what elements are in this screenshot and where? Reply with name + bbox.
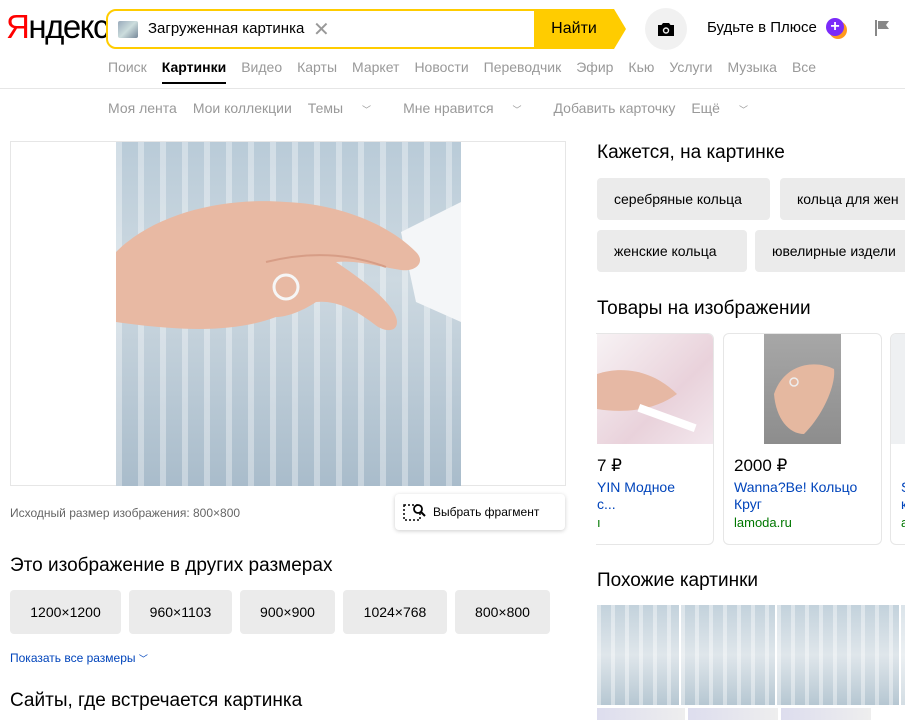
subnav-themes[interactable]: Темы ﹀ xyxy=(308,100,387,116)
subnav-likes[interactable]: Мне нравится ﹀ xyxy=(403,100,537,116)
similar-image[interactable] xyxy=(777,605,899,705)
tag-chip[interactable]: кольца для жен xyxy=(780,178,905,220)
product-shop[interactable]: ı xyxy=(597,515,601,530)
logo-rest: ндекс xyxy=(28,8,109,45)
product-price: 7 ₽ xyxy=(597,456,622,475)
show-all-sizes-link[interactable]: Показать все размеры ﹀ xyxy=(10,651,148,665)
product-card[interactable]: 2000 ₽ Wanna?Be! Кольцо Круг lamoda.ru xyxy=(723,333,882,545)
service-market[interactable]: Маркет xyxy=(352,59,399,84)
service-search[interactable]: Поиск xyxy=(108,59,147,84)
sites-heading: Сайты, где встречается картинка xyxy=(10,690,303,711)
size-button[interactable]: 800×800 xyxy=(455,590,550,634)
size-button[interactable]: 900×900 xyxy=(240,590,335,634)
original-size-text: Исходный размер изображения: 800×800 xyxy=(10,506,241,520)
main-image[interactable] xyxy=(116,142,461,486)
tag-chip[interactable]: серебряные кольца xyxy=(597,178,770,220)
chevron-down-icon: ﹀ xyxy=(362,105,372,115)
products-heading: Товары на изображении xyxy=(597,298,811,319)
similar-image[interactable] xyxy=(781,708,871,720)
tags-heading: Кажется, на картинке xyxy=(597,142,785,163)
product-card[interactable]: S к a xyxy=(890,333,905,545)
similar-image[interactable] xyxy=(688,708,778,720)
subnav-likes-label: Мне нравится xyxy=(403,100,494,116)
product-title[interactable]: S к xyxy=(901,479,905,513)
show-all-sizes-label: Показать все размеры xyxy=(10,651,136,665)
similar-image[interactable] xyxy=(597,708,685,720)
product-title[interactable]: YIN Модное с... xyxy=(597,479,675,513)
similar-image[interactable] xyxy=(597,605,679,705)
chevron-down-icon: ﹀ xyxy=(138,654,148,664)
product-image xyxy=(597,334,713,444)
subnav-feed[interactable]: Моя лента xyxy=(108,100,177,116)
right-column: Кажется, на картинке серебряные кольца к… xyxy=(596,0,905,720)
service-news[interactable]: Новости xyxy=(414,59,468,84)
product-image xyxy=(764,334,841,444)
select-fragment-button[interactable]: Выбрать фрагмент xyxy=(395,494,565,530)
product-card[interactable]: 7 ₽ YIN Модное с... ı xyxy=(596,333,714,545)
select-fragment-label: Выбрать фрагмент xyxy=(433,505,540,519)
size-button[interactable]: 1200×1200 xyxy=(10,590,121,634)
chevron-down-icon: ﹀ xyxy=(512,105,522,115)
product-title[interactable]: Wanna?Be! Кольцо Круг xyxy=(734,479,857,513)
product-shop[interactable]: a xyxy=(901,515,905,530)
tag-chip[interactable]: женские кольца xyxy=(597,230,747,272)
main-image-container xyxy=(10,141,566,486)
tag-chip[interactable]: ювелирные издели xyxy=(755,230,905,272)
subnav-themes-label: Темы xyxy=(307,100,344,116)
product-image xyxy=(891,334,905,444)
product-price: 2000 ₽ xyxy=(734,456,788,475)
crop-search-icon xyxy=(403,504,426,521)
product-shop[interactable]: lamoda.ru xyxy=(734,515,792,530)
subnav-collections[interactable]: Мои коллекции xyxy=(193,100,292,116)
search-query[interactable]: Загруженная картинка xyxy=(148,20,304,37)
sizes-list: 1200×1200 960×1103 900×900 1024×768 800×… xyxy=(10,590,558,634)
service-translate[interactable]: Переводчик xyxy=(484,59,562,84)
clear-icon[interactable]: ✕ xyxy=(313,17,330,42)
service-images[interactable]: Картинки xyxy=(161,59,227,84)
similar-heading: Похожие картинки xyxy=(597,570,758,591)
size-button[interactable]: 960×1103 xyxy=(129,590,232,634)
service-maps[interactable]: Карты xyxy=(297,59,337,84)
search-box[interactable]: Загруженная картинка ✕ xyxy=(106,9,536,49)
yandex-logo[interactable]: Яндекс xyxy=(6,8,109,46)
size-button[interactable]: 1024×768 xyxy=(343,590,447,634)
other-sizes-heading: Это изображение в других размерах xyxy=(10,555,333,576)
service-video[interactable]: Видео xyxy=(241,59,282,84)
similar-image[interactable] xyxy=(901,605,905,705)
similar-image[interactable] xyxy=(681,605,775,705)
uploaded-image-thumbnail xyxy=(118,21,138,38)
